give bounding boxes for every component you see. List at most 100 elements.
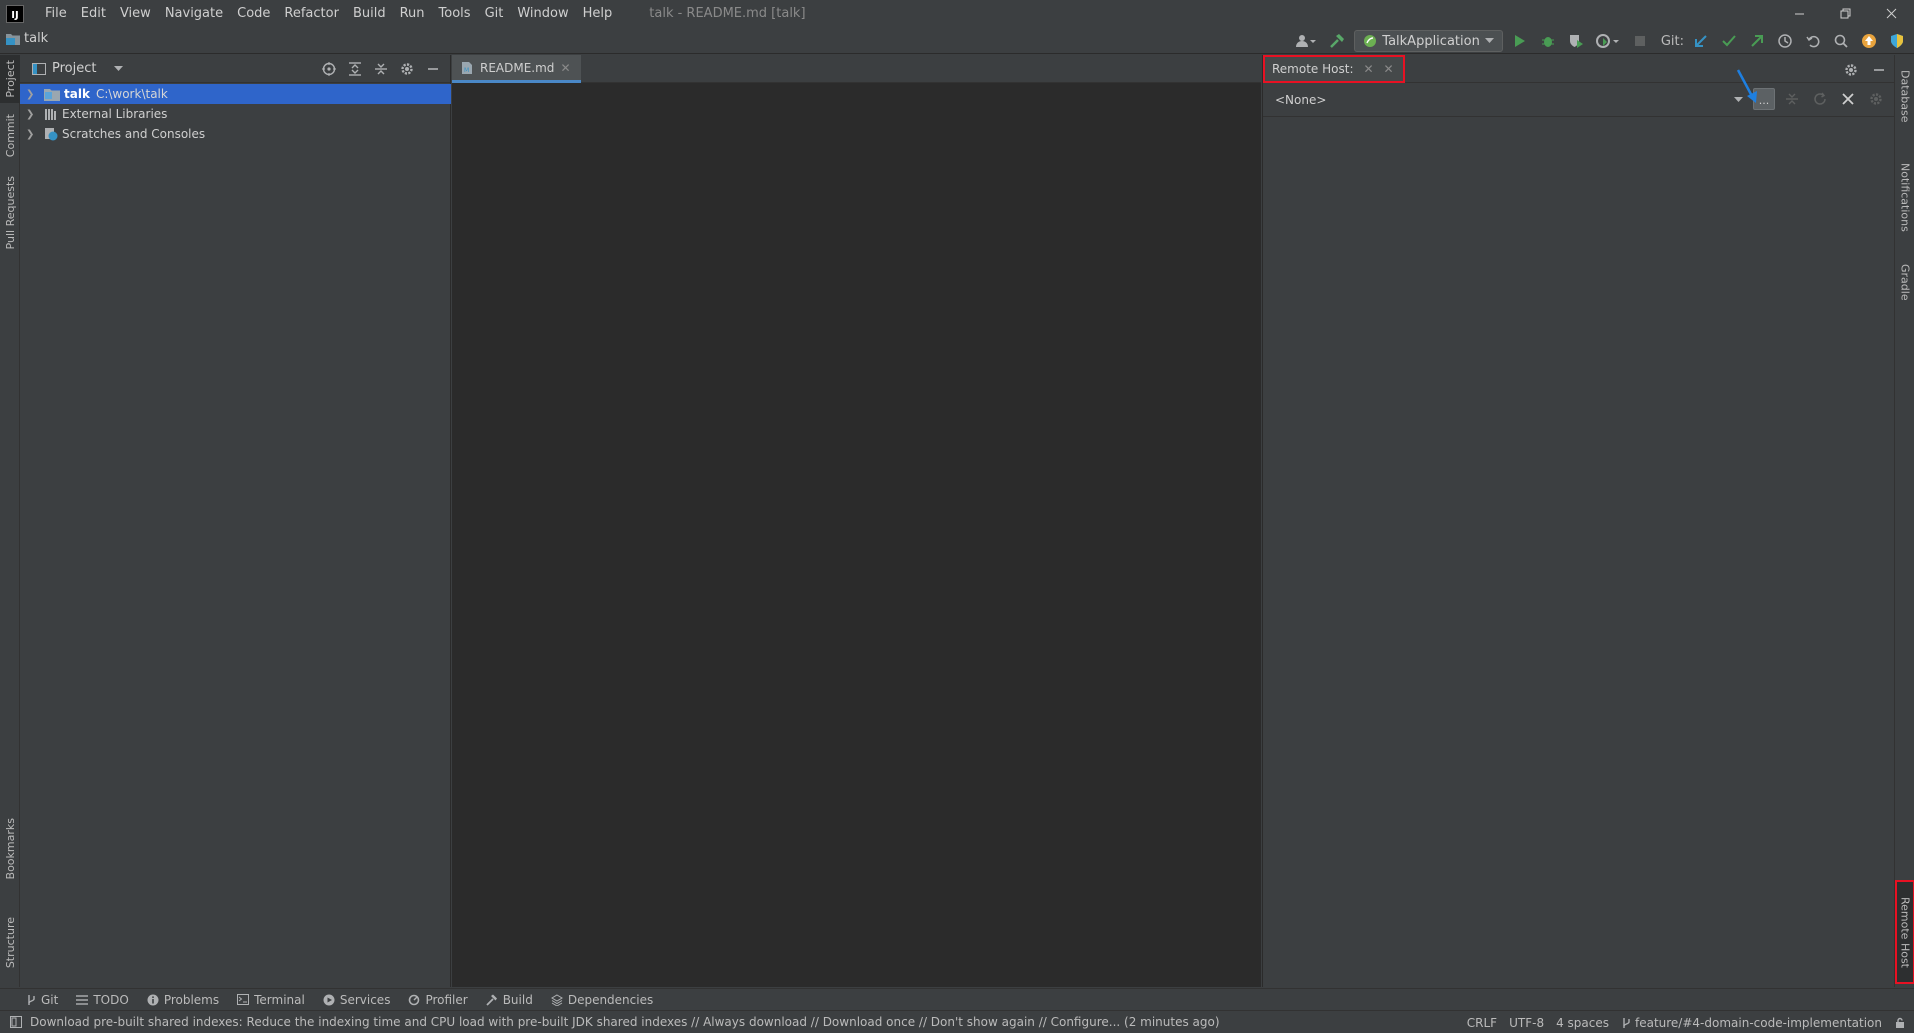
tool-dependencies-label: Dependencies	[567, 992, 654, 1007]
project-settings-button[interactable]	[396, 58, 418, 80]
arrow-up-right-icon	[1751, 35, 1763, 47]
library-icon	[45, 108, 56, 120]
run-button[interactable]	[1509, 30, 1531, 52]
expand-all-button[interactable]	[344, 58, 366, 80]
tool-tab-pull-requests[interactable]: Pull Requests	[0, 173, 20, 253]
tool-tab-bookmarks[interactable]: Bookmarks	[0, 815, 20, 883]
tree-node-talk[interactable]: ❯ talk C:\work\talk	[20, 84, 451, 104]
remote-host-select[interactable]: <None>	[1271, 89, 1747, 111]
debug-button[interactable]	[1537, 30, 1559, 52]
git-branch-label: feature/#4-domain-code-implementation	[1634, 1015, 1882, 1030]
tool-tab-database[interactable]: Database	[1895, 57, 1914, 135]
select-opened-file-button[interactable]	[318, 58, 340, 80]
user-icon	[1296, 35, 1317, 47]
menu-window[interactable]: Window	[510, 0, 575, 27]
git-rollback-button[interactable]	[1802, 30, 1824, 52]
collapse-button[interactable]	[1781, 88, 1803, 110]
restore-button[interactable]	[1822, 0, 1868, 27]
git-push-button[interactable]	[1746, 30, 1768, 52]
tool-git-label: Git	[41, 992, 59, 1007]
close-tab-icon[interactable]: ✕	[560, 61, 570, 75]
run-configuration-select[interactable]: TalkApplication	[1354, 30, 1503, 52]
git-update-button[interactable]	[1690, 30, 1712, 52]
account-button[interactable]	[1292, 30, 1320, 52]
minimize-button[interactable]	[1776, 0, 1822, 27]
encoding-widget[interactable]: UTF-8	[1509, 1016, 1544, 1030]
line-separator-widget[interactable]: CRLF	[1467, 1016, 1497, 1030]
editor-tab-readme[interactable]: M README.md ✕	[452, 55, 581, 83]
menu-tools[interactable]: Tools	[432, 0, 478, 27]
chevron-right-icon[interactable]: ❯	[26, 129, 40, 140]
remote-host-tab[interactable]: Remote Host: ✕ ✕	[1263, 55, 1405, 83]
menu-edit[interactable]: Edit	[74, 0, 113, 27]
svg-text:M: M	[464, 67, 469, 74]
search-everywhere-button[interactable]	[1830, 30, 1852, 52]
collapse-all-button[interactable]	[370, 58, 392, 80]
tree-node-scratches[interactable]: ❯ Scratches and Consoles	[20, 124, 451, 144]
tool-todo[interactable]: TODO	[76, 993, 129, 1007]
menu-run[interactable]: Run	[393, 0, 432, 27]
annotation-arrow-icon	[1736, 69, 1757, 103]
tool-terminal[interactable]: Terminal	[237, 993, 305, 1007]
menu-git[interactable]: Git	[478, 0, 511, 27]
tool-tab-commit-label: Commit	[3, 114, 17, 158]
lock-icon[interactable]	[1894, 1017, 1906, 1029]
menu-build[interactable]: Build	[346, 0, 393, 27]
chevron-right-icon[interactable]: ❯	[26, 109, 40, 120]
remote-host-settings-button[interactable]	[1840, 59, 1862, 81]
breadcrumb[interactable]: talk	[6, 31, 48, 46]
profiler-icon	[409, 994, 420, 1005]
tool-problems[interactable]: Problems	[147, 993, 219, 1007]
left-tool-strip: Project Commit Pull Requests Bookmarks S…	[0, 55, 20, 987]
menu-refactor[interactable]: Refactor	[277, 0, 346, 27]
editor-body[interactable]	[452, 83, 1261, 987]
tool-tab-gradle[interactable]: Gradle	[1895, 253, 1914, 311]
close-window-button[interactable]	[1868, 0, 1914, 27]
tool-tab-structure[interactable]: Structure	[0, 907, 20, 979]
git-commit-button[interactable]	[1718, 30, 1740, 52]
git-branch-widget[interactable]: feature/#4-domain-code-implementation	[1621, 1016, 1882, 1030]
tool-tab-commit[interactable]: Commit	[0, 109, 20, 163]
tool-dependencies[interactable]: Dependencies	[550, 992, 654, 1007]
status-message-text: Download pre-built shared indexes: Reduc…	[30, 1015, 1220, 1029]
tool-tab-notifications[interactable]: Notifications	[1895, 151, 1914, 243]
code-with-me-button[interactable]	[1886, 30, 1908, 52]
stop-button[interactable]	[1629, 30, 1651, 52]
ide-update-button[interactable]	[1858, 30, 1880, 52]
hide-panel-button[interactable]	[422, 58, 444, 80]
tool-git[interactable]: Git	[26, 993, 58, 1007]
tool-build[interactable]: Build	[486, 993, 533, 1007]
run-config-label: TalkApplication	[1382, 33, 1480, 49]
tree-node-path: C:\work\talk	[95, 87, 168, 101]
menu-view[interactable]: View	[113, 0, 158, 27]
tool-tab-remote-host[interactable]: Remote Host	[1895, 880, 1914, 984]
status-bar: Download pre-built shared indexes: Reduc…	[0, 1010, 1914, 1033]
coverage-button[interactable]	[1565, 30, 1587, 52]
tool-profiler[interactable]: Profiler	[408, 993, 468, 1007]
module-folder-icon	[44, 88, 60, 101]
remote-settings-button[interactable]	[1865, 88, 1887, 110]
breadcrumb-project[interactable]: talk	[24, 31, 48, 46]
menu-navigate[interactable]: Navigate	[158, 0, 230, 27]
close-tab-icon[interactable]: ✕	[1384, 62, 1394, 76]
refresh-button[interactable]	[1809, 88, 1831, 110]
profile-button[interactable]	[1593, 30, 1623, 52]
chevron-right-icon[interactable]: ❯	[26, 89, 40, 100]
editor-tab-label: README.md	[480, 60, 555, 75]
menu-code[interactable]: Code	[230, 0, 277, 27]
tool-tab-project[interactable]: Project	[0, 55, 20, 103]
hide-remote-panel-button[interactable]	[1868, 59, 1890, 81]
build-project-button[interactable]	[1326, 30, 1348, 52]
intellij-logo-icon[interactable]: IJ	[6, 4, 24, 23]
status-message[interactable]: Download pre-built shared indexes: Reduc…	[10, 1015, 1220, 1029]
tool-services[interactable]: Services	[323, 993, 390, 1007]
close-tab-icon[interactable]: ✕	[1363, 62, 1373, 76]
menu-file[interactable]: File	[38, 0, 74, 27]
tree-node-external-libraries[interactable]: ❯ External Libraries	[20, 104, 451, 124]
disconnect-button[interactable]	[1837, 88, 1859, 110]
indent-widget[interactable]: 4 spaces	[1556, 1016, 1609, 1030]
project-view-select[interactable]: Project	[32, 61, 124, 76]
git-history-button[interactable]	[1774, 30, 1796, 52]
menu-help[interactable]: Help	[576, 0, 620, 27]
project-panel-header: Project	[20, 55, 450, 83]
